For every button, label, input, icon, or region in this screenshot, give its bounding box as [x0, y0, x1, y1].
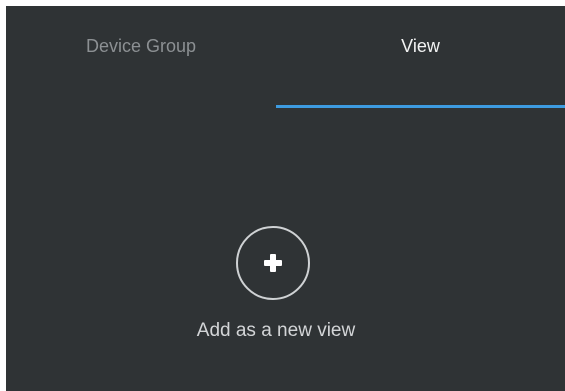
tab-device-group[interactable]: Device Group [6, 6, 276, 110]
plus-icon [264, 254, 282, 272]
panel: Device Group View Add as a new view [6, 6, 565, 391]
add-new-view-label: Add as a new view [196, 320, 356, 341]
tab-view[interactable]: View [276, 6, 565, 110]
tab-bar: Device Group View [6, 6, 565, 110]
tab-device-group-label: Device Group [85, 35, 197, 56]
add-circle-button[interactable] [236, 226, 310, 300]
tab-view-label: View [401, 35, 440, 56]
active-tab-indicator [276, 105, 565, 108]
add-new-view-button[interactable]: Add as a new view [156, 216, 396, 356]
